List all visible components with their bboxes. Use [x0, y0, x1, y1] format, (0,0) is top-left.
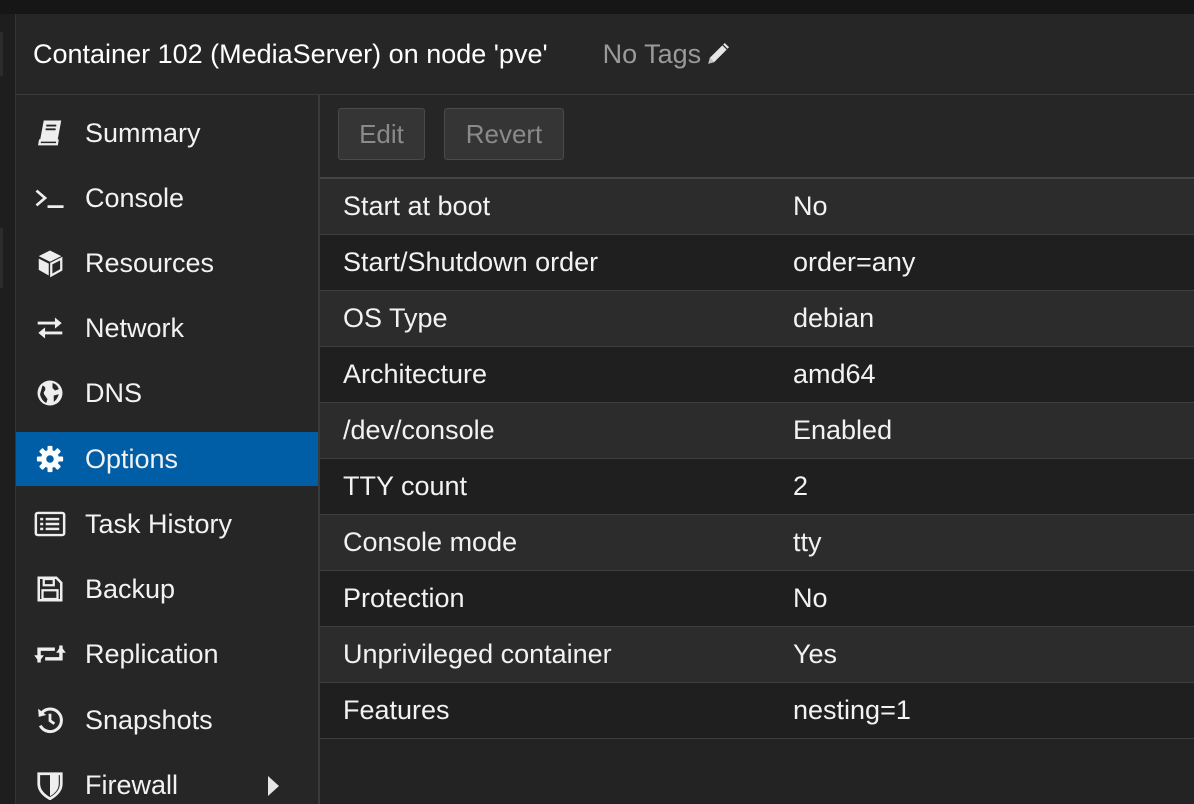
- pencil-icon[interactable]: [705, 41, 731, 67]
- option-key: Protection: [343, 583, 465, 613]
- options-panel: Edit Revert Start at boot No Start/Shutd…: [320, 95, 1194, 804]
- revert-button[interactable]: Revert: [444, 108, 564, 160]
- option-value: No: [793, 583, 828, 613]
- table-row[interactable]: Unprivileged container Yes: [320, 627, 1194, 683]
- table-row[interactable]: Features nesting=1: [320, 683, 1194, 739]
- table-row[interactable]: TTY count 2: [320, 459, 1194, 515]
- sidebar-item-summary[interactable]: Summary: [16, 106, 318, 160]
- option-value: nesting=1: [793, 695, 911, 725]
- left-collapsed-panel: [0, 14, 16, 804]
- book-icon: [32, 115, 68, 151]
- tags-label: No Tags: [602, 38, 702, 69]
- sidebar-item-label: Firewall: [85, 769, 179, 800]
- sidebar-item-label: DNS: [85, 377, 143, 408]
- terminal-icon: [32, 180, 68, 216]
- panel-edge-handle: [0, 228, 3, 288]
- option-value: No: [793, 191, 828, 221]
- option-key: OS Type: [343, 303, 448, 333]
- option-key: Features: [343, 695, 450, 725]
- option-value: amd64: [793, 359, 876, 389]
- table-row[interactable]: Console mode tty: [320, 515, 1194, 571]
- option-value: order=any: [793, 247, 916, 277]
- floppy-icon: [32, 571, 68, 607]
- sidebar-item-network[interactable]: Network: [16, 301, 318, 355]
- options-toolbar: Edit Revert: [320, 95, 1194, 179]
- table-row[interactable]: Start/Shutdown order order=any: [320, 235, 1194, 291]
- sidebar-item-dns[interactable]: DNS: [16, 366, 318, 420]
- globe-icon: [32, 375, 68, 411]
- sidebar-item-snapshots[interactable]: Snapshots: [16, 693, 318, 747]
- sidebar-item-label: Task History: [85, 508, 233, 539]
- sidebar-item-label: Network: [85, 312, 185, 343]
- list-icon: [32, 506, 68, 542]
- option-key: Unprivileged container: [343, 639, 612, 669]
- table-row[interactable]: Start at boot No: [320, 179, 1194, 235]
- sidebar-item-firewall[interactable]: Firewall: [16, 758, 318, 804]
- sidebar-item-label: Options: [85, 443, 179, 474]
- sidebar-item-replication[interactable]: Replication: [16, 627, 318, 681]
- option-key: Start at boot: [343, 191, 491, 221]
- edit-button[interactable]: Edit: [338, 108, 425, 160]
- table-row[interactable]: Protection No: [320, 571, 1194, 627]
- sidebar-item-console[interactable]: Console: [16, 171, 318, 225]
- sidebar-item-label: Resources: [85, 247, 215, 278]
- option-value: 2: [793, 471, 809, 501]
- tags-editor[interactable]: No Tags: [603, 39, 732, 70]
- option-value: Enabled: [793, 415, 893, 445]
- option-key: Architecture: [343, 359, 488, 389]
- sidebar-item-label: Summary: [85, 117, 201, 148]
- page-title: Container 102 (MediaServer) on node 'pve…: [33, 38, 548, 69]
- option-value: debian: [793, 303, 875, 333]
- retweet-icon: [32, 636, 68, 672]
- sidebar-item-label: Backup: [85, 573, 176, 604]
- sidebar-nav: Summary Console Resources Network DNS Op…: [16, 95, 320, 804]
- window-top-strip: [0, 0, 1194, 14]
- sidebar-item-backup[interactable]: Backup: [16, 562, 318, 616]
- sidebar-item-resources[interactable]: Resources: [16, 236, 318, 290]
- sidebar-item-label: Console: [85, 182, 185, 213]
- option-key: /dev/console: [343, 415, 495, 445]
- cube-icon: [32, 245, 68, 281]
- history-icon: [32, 702, 68, 738]
- page-header: Container 102 (MediaServer) on node 'pve…: [16, 14, 1194, 95]
- shield-icon: [32, 767, 68, 803]
- sidebar-item-options[interactable]: Options: [16, 432, 318, 486]
- table-row[interactable]: Architecture amd64: [320, 347, 1194, 403]
- option-key: Console mode: [343, 527, 518, 557]
- gear-icon: [32, 441, 68, 477]
- sidebar-item-label: Replication: [85, 638, 219, 669]
- option-key: Start/Shutdown order: [343, 247, 599, 277]
- option-key: TTY count: [343, 471, 468, 501]
- table-row[interactable]: /dev/console Enabled: [320, 403, 1194, 459]
- table-row[interactable]: OS Type debian: [320, 291, 1194, 347]
- panel-edge-handle: [0, 32, 3, 76]
- chevron-right-icon[interactable]: [266, 775, 280, 802]
- option-value: tty: [793, 527, 822, 557]
- option-value: Yes: [793, 639, 838, 669]
- exchange-icon: [32, 310, 68, 346]
- sidebar-item-label: Snapshots: [85, 704, 213, 735]
- sidebar-item-task-history[interactable]: Task History: [16, 497, 318, 551]
